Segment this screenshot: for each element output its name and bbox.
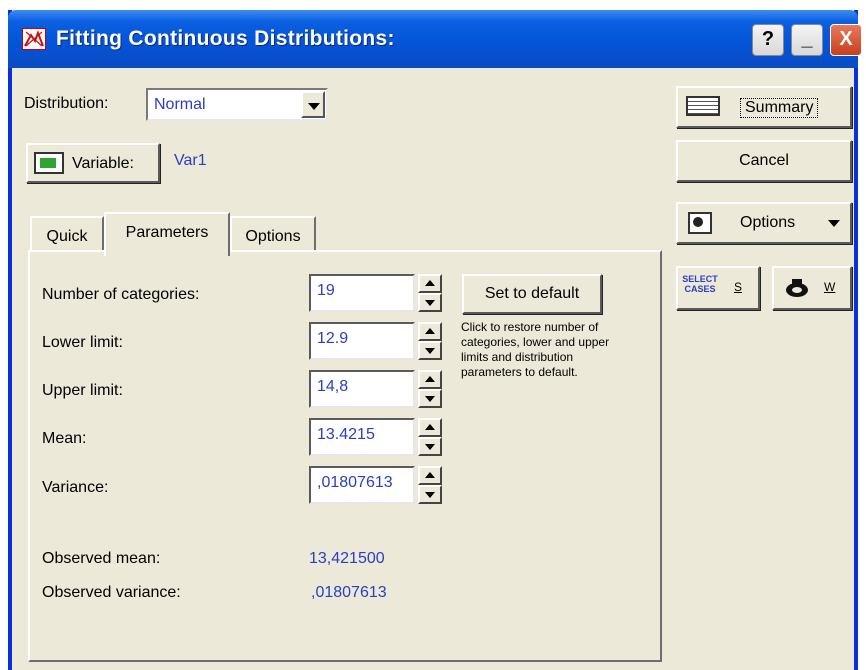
spin-up-icon[interactable] bbox=[418, 274, 442, 293]
categories-label: Number of categories: bbox=[42, 286, 200, 303]
minimize-button[interactable]: _ bbox=[791, 24, 823, 56]
mean-spinner[interactable] bbox=[418, 418, 442, 456]
spin-up-icon[interactable] bbox=[418, 418, 442, 437]
lower-limit-spinner[interactable] bbox=[418, 322, 442, 360]
distribution-select[interactable]: Normal bbox=[146, 88, 328, 121]
observed-mean-value: 13,421500 bbox=[309, 550, 385, 567]
summary-button[interactable]: Summary bbox=[676, 86, 852, 128]
spin-up-icon[interactable] bbox=[418, 322, 442, 341]
lower-limit-label: Lower limit: bbox=[42, 334, 123, 351]
observed-mean-label: Observed mean: bbox=[42, 550, 161, 567]
spin-down-icon[interactable] bbox=[418, 437, 442, 456]
chevron-down-icon bbox=[828, 220, 840, 227]
spin-down-icon[interactable] bbox=[418, 389, 442, 408]
spin-up-icon[interactable] bbox=[418, 466, 442, 485]
weight-button[interactable]: W bbox=[772, 266, 852, 310]
select-cases-icon: SELECT CASES bbox=[682, 274, 718, 294]
mean-input[interactable]: 13.4215 bbox=[309, 418, 415, 456]
table-icon bbox=[686, 96, 720, 116]
tab-quick[interactable]: Quick bbox=[30, 216, 104, 254]
set-to-default-button[interactable]: Set to default bbox=[462, 274, 602, 314]
weight-icon bbox=[784, 278, 810, 298]
select-cases-button[interactable]: SELECT CASES S bbox=[676, 266, 760, 310]
spin-down-icon[interactable] bbox=[418, 485, 442, 504]
variable-button-label: Variable: bbox=[72, 155, 134, 172]
upper-limit-input[interactable]: 14,8 bbox=[309, 370, 415, 408]
variable-icon bbox=[34, 152, 64, 174]
chevron-down-icon[interactable] bbox=[301, 91, 325, 118]
options-button[interactable]: Options bbox=[676, 202, 852, 244]
app-icon bbox=[22, 28, 46, 50]
options-icon bbox=[688, 212, 712, 234]
tab-options[interactable]: Options bbox=[230, 216, 316, 254]
tab-parameters[interactable]: Parameters bbox=[104, 212, 230, 256]
window-title: Fitting Continuous Distributions: bbox=[56, 27, 395, 50]
summary-button-label: Summary bbox=[740, 98, 819, 118]
title-bar[interactable]: Fitting Continuous Distributions: ? _ X bbox=[8, 10, 862, 68]
categories-spinner[interactable] bbox=[418, 274, 442, 312]
observed-variance-value: ,01807613 bbox=[311, 584, 387, 601]
options-button-label: Options bbox=[740, 214, 796, 231]
set-to-default-note: Click to restore number of categories, l… bbox=[461, 320, 610, 379]
spin-down-icon[interactable] bbox=[418, 341, 442, 360]
observed-variance-label: Observed variance: bbox=[42, 584, 181, 601]
spin-up-icon[interactable] bbox=[418, 370, 442, 389]
spin-down-icon[interactable] bbox=[418, 293, 442, 312]
select-cases-key: S bbox=[734, 280, 743, 294]
upper-limit-label: Upper limit: bbox=[42, 382, 123, 399]
weight-key: W bbox=[824, 280, 836, 294]
variance-input[interactable]: ,01807613 bbox=[309, 466, 415, 504]
variance-label: Variance: bbox=[42, 479, 109, 496]
close-button[interactable]: X bbox=[830, 24, 862, 56]
mean-label: Mean: bbox=[42, 430, 87, 447]
upper-limit-spinner[interactable] bbox=[418, 370, 442, 408]
lower-limit-input[interactable]: 12.9 bbox=[309, 322, 415, 360]
distribution-value: Normal bbox=[154, 96, 206, 113]
variable-value: Var1 bbox=[174, 152, 207, 169]
variance-spinner[interactable] bbox=[418, 466, 442, 504]
distribution-label: Distribution: bbox=[24, 95, 109, 112]
variable-button[interactable]: Variable: bbox=[26, 143, 160, 183]
help-button[interactable]: ? bbox=[752, 24, 784, 56]
cancel-button[interactable]: Cancel bbox=[676, 140, 852, 182]
categories-input[interactable]: 19 bbox=[309, 274, 415, 312]
